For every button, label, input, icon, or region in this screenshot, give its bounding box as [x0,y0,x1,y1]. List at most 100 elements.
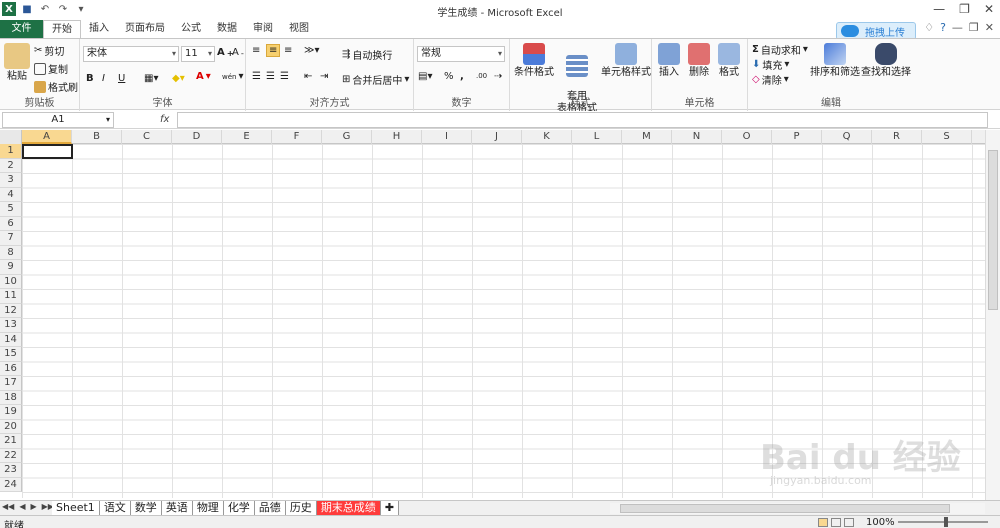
zoom-slider-knob[interactable] [944,517,948,527]
currency-icon[interactable]: ▤▾ [418,71,432,82]
row-header-15[interactable]: 15 [0,347,22,362]
align-middle-icon[interactable]: ≡ [266,44,281,57]
row-header-18[interactable]: 18 [0,390,22,405]
clear-button[interactable]: ◇ 清除 ▾ [752,72,789,87]
next-sheet-icon[interactable]: ▶ [30,502,36,511]
column-header-i[interactable]: I [422,130,472,144]
underline-button[interactable]: U [118,73,125,84]
decrease-decimal-icon[interactable]: ⇢ [494,71,502,82]
comma-button[interactable]: , [460,71,464,82]
align-right-icon[interactable]: ☰ [280,71,289,82]
insert-cells-button[interactable]: 插入 [654,43,684,79]
wrap-text-button[interactable]: ⇶ 自动换行 [342,47,392,62]
active-cell-a1[interactable] [22,144,73,159]
column-header-n[interactable]: N [672,130,722,144]
minimize-icon[interactable]: — [933,2,945,16]
align-center-icon[interactable]: ☰ [266,71,275,82]
find-select-button[interactable]: 查找和选择 [860,43,912,79]
help-icon[interactable]: ? [940,21,946,34]
fill-color-icon[interactable]: ◆▾ [172,73,185,84]
row-header-22[interactable]: 22 [0,448,22,463]
sheet-tab[interactable]: 数学 [130,501,162,515]
row-header-4[interactable]: 4 [0,187,22,202]
page-layout-view-icon[interactable] [831,518,841,527]
row-header-16[interactable]: 16 [0,361,22,376]
sheet-tab[interactable]: 品德 [254,501,286,515]
row-header-8[interactable]: 8 [0,245,22,260]
sheet-tab[interactable]: 物理 [192,501,224,515]
horizontal-scrollbar[interactable] [610,503,985,514]
row-header-17[interactable]: 17 [0,376,22,391]
first-sheet-icon[interactable]: ◀◀ [2,502,14,511]
increase-indent-icon[interactable]: ⇥ [320,71,328,82]
row-header-24[interactable]: 24 [0,477,22,492]
column-header-l[interactable]: L [572,130,622,144]
bold-button[interactable]: B [86,73,94,84]
zoom-level[interactable]: 100% [866,517,895,528]
font-name-select[interactable]: 宋体 ▾ [83,46,179,62]
row-header-7[interactable]: 7 [0,231,22,246]
italic-button[interactable]: I [102,73,105,84]
cut-button[interactable]: ✂ 剪切 [34,43,64,58]
sheet-tab[interactable]: 化学 [223,501,255,515]
font-color-icon[interactable]: A ▾ [196,71,211,82]
orientation-icon[interactable]: ≫▾ [304,45,320,56]
font-size-select[interactable]: 11 ▾ [181,46,215,62]
copy-button[interactable]: 复制 [34,61,68,76]
column-header-g[interactable]: G [322,130,372,144]
column-header-o[interactable]: O [722,130,772,144]
sheet-tab[interactable]: 英语 [161,501,193,515]
column-header-f[interactable]: F [272,130,322,144]
tab-review[interactable]: 审阅 [245,20,281,38]
row-header-21[interactable]: 21 [0,434,22,449]
column-header-a[interactable]: A [22,130,72,144]
vertical-scroll-thumb[interactable] [988,150,998,310]
row-header-19[interactable]: 19 [0,405,22,420]
cell-styles-button[interactable]: 单元格样式 [600,43,652,79]
merge-center-button[interactable]: ⊞ 合并后居中 ▾ [342,72,409,87]
row-header-14[interactable]: 14 [0,332,22,347]
column-header-q[interactable]: Q [822,130,872,144]
tab-home[interactable]: 开始 [43,20,81,38]
column-header-b[interactable]: B [72,130,122,144]
number-format-select[interactable]: 常规 ▾ [417,46,505,62]
page-break-view-icon[interactable] [844,518,854,527]
tab-formulas[interactable]: 公式 [173,20,209,38]
column-header-p[interactable]: P [772,130,822,144]
workbook-minimize-icon[interactable]: — [952,21,963,34]
row-header-5[interactable]: 5 [0,202,22,217]
tab-insert[interactable]: 插入 [81,20,117,38]
row-header-2[interactable]: 2 [0,158,22,173]
tab-data[interactable]: 数据 [209,20,245,38]
formula-input[interactable] [177,112,988,128]
sheet-tab[interactable]: Sheet1 [52,501,100,515]
sheet-tab[interactable]: 语文 [99,501,131,515]
align-left-icon[interactable]: ☰ [252,71,261,82]
row-header-10[interactable]: 10 [0,274,22,289]
prev-sheet-icon[interactable]: ◀ [19,502,25,511]
row-header-20[interactable]: 20 [0,419,22,434]
workbook-close-icon[interactable]: ✕ [985,21,994,34]
insert-function-icon[interactable]: fx [160,114,169,125]
shrink-font-icon[interactable]: A- [232,47,244,58]
workbook-restore-icon[interactable]: ❐ [969,21,979,34]
close-icon[interactable]: ✕ [984,2,994,16]
tab-page-layout[interactable]: 页面布局 [117,20,173,38]
tab-file[interactable]: 文件 [0,20,43,38]
phonetic-icon[interactable]: wén ▾ [222,71,244,82]
column-header-d[interactable]: D [172,130,222,144]
row-header-13[interactable]: 13 [0,318,22,333]
delete-cells-button[interactable]: 删除 [684,43,714,79]
sort-filter-button[interactable]: 排序和筛选 [810,43,860,79]
increase-decimal-button[interactable]: .00 [476,72,487,80]
sheet-tab[interactable]: 期末总成绩 [316,501,381,515]
row-header-6[interactable]: 6 [0,216,22,231]
restore-icon[interactable]: ❐ [959,2,970,16]
horizontal-scroll-thumb[interactable] [620,504,950,513]
decrease-indent-icon[interactable]: ⇤ [304,71,312,82]
autosum-button[interactable]: Σ 自动求和 ▾ [752,42,808,57]
sheet-tab[interactable]: 历史 [285,501,317,515]
row-header-1[interactable]: 1 [0,144,22,159]
insert-sheet-icon[interactable]: ✚ [380,501,400,515]
column-header-c[interactable]: C [122,130,172,144]
